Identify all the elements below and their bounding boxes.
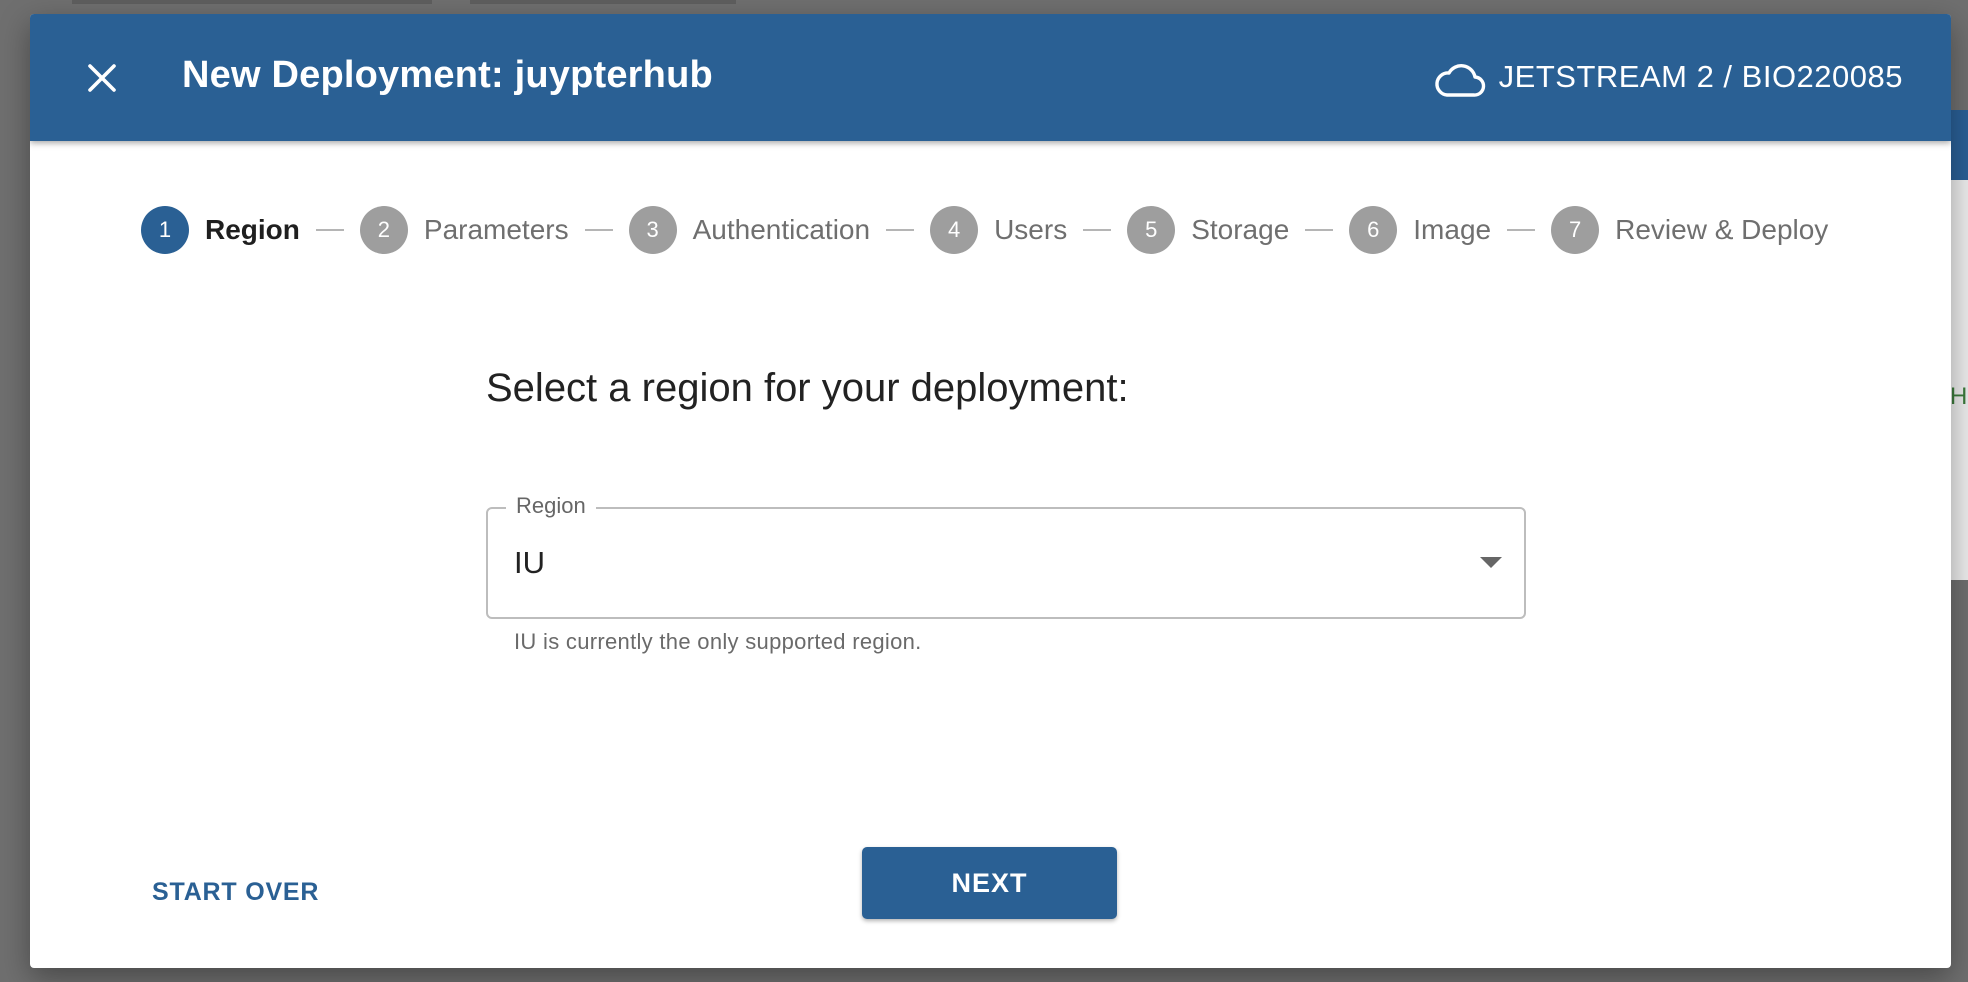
step-region[interactable]: 1 Region <box>141 206 300 254</box>
step-separator <box>1305 229 1334 231</box>
dialog-header: New Deployment: juypterhub JETSTREAM 2 /… <box>30 14 1951 141</box>
region-select-value: IU <box>514 545 545 580</box>
next-button[interactable]: NEXT <box>862 847 1117 919</box>
region-select-label: Region <box>506 493 596 519</box>
step-label: Storage <box>1191 214 1290 245</box>
provider-allocation-label: JETSTREAM 2 / BIO220085 <box>1498 59 1903 94</box>
step-separator <box>315 229 344 231</box>
step-review-deploy[interactable]: 7 Review & Deploy <box>1551 206 1828 254</box>
region-hint: IU is currently the only supported regio… <box>514 629 922 654</box>
step-label: Review & Deploy <box>1615 214 1829 245</box>
step-label: Image <box>1413 214 1492 245</box>
background-tab <box>72 0 432 4</box>
start-over-button[interactable]: START OVER <box>152 878 319 907</box>
dropdown-arrow-icon[interactable] <box>1480 557 1502 568</box>
step-number: 4 <box>930 206 979 254</box>
step-number: 2 <box>359 206 408 254</box>
step-label: Parameters <box>423 214 569 245</box>
background-tab <box>470 0 736 4</box>
step-number: 7 <box>1551 206 1600 254</box>
step-storage[interactable]: 5 Storage <box>1127 206 1289 254</box>
step-label: Users <box>994 214 1068 245</box>
step-number: 6 <box>1349 206 1398 254</box>
step-number: 1 <box>141 206 189 254</box>
step-label: Authentication <box>692 214 871 245</box>
step-separator <box>1083 229 1112 231</box>
step-image[interactable]: 6 Image <box>1349 206 1491 254</box>
step-label: Region <box>205 214 300 245</box>
close-icon <box>88 64 116 92</box>
step-number: 5 <box>1127 206 1176 254</box>
step-parameters[interactable]: 2 Parameters <box>359 206 569 254</box>
step-separator <box>584 229 613 231</box>
deployment-stepper: 1 Region 2 Parameters 3 Authentication 4… <box>141 205 1828 255</box>
step-separator <box>886 229 915 231</box>
step-number: 3 <box>628 206 677 254</box>
close-button[interactable] <box>74 50 130 106</box>
step-separator <box>1507 229 1536 231</box>
cloud-icon <box>1435 64 1486 97</box>
background-text: H <box>1950 383 1968 410</box>
region-select[interactable]: Region IU <box>486 493 1526 619</box>
background-strip <box>1950 110 1968 180</box>
dialog-title: New Deployment: juypterhub <box>182 54 713 96</box>
new-deployment-dialog: New Deployment: juypterhub JETSTREAM 2 /… <box>30 14 1951 968</box>
step-authentication[interactable]: 3 Authentication <box>628 206 871 254</box>
region-prompt: Select a region for your deployment: <box>486 366 1129 410</box>
step-users[interactable]: 4 Users <box>930 206 1067 254</box>
